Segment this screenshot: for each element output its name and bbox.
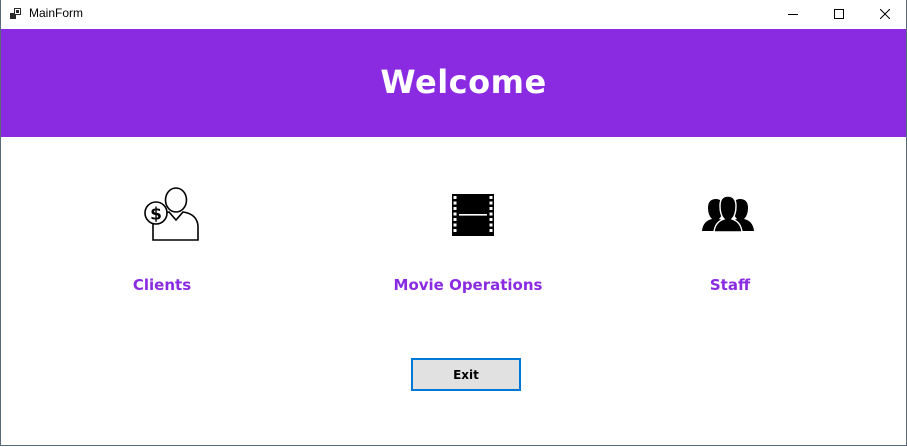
welcome-title: Welcome xyxy=(380,63,547,101)
app-icon xyxy=(10,8,21,19)
close-icon xyxy=(880,9,890,19)
minimize-icon xyxy=(788,14,798,15)
maximize-icon xyxy=(834,9,844,19)
window-title: MainForm xyxy=(29,6,84,20)
main-form-window: MainForm Welcome $ Clients Movie Operati… xyxy=(0,0,907,446)
group-users-icon[interactable] xyxy=(701,193,755,233)
client-money-user-icon[interactable]: $ xyxy=(139,186,201,244)
maximize-button[interactable] xyxy=(816,0,862,28)
minimize-button[interactable] xyxy=(770,0,816,28)
film-strip-icon[interactable] xyxy=(450,192,496,238)
exit-button[interactable]: Exit xyxy=(411,358,521,391)
staff-label[interactable]: Staff xyxy=(690,274,770,296)
clients-label[interactable]: Clients xyxy=(112,274,212,296)
close-button[interactable] xyxy=(862,0,906,28)
movie-operations-label[interactable]: Movie Operations xyxy=(378,274,558,296)
svg-text:$: $ xyxy=(150,205,162,225)
welcome-header: Welcome xyxy=(1,29,906,137)
title-bar[interactable]: MainForm xyxy=(1,0,906,28)
